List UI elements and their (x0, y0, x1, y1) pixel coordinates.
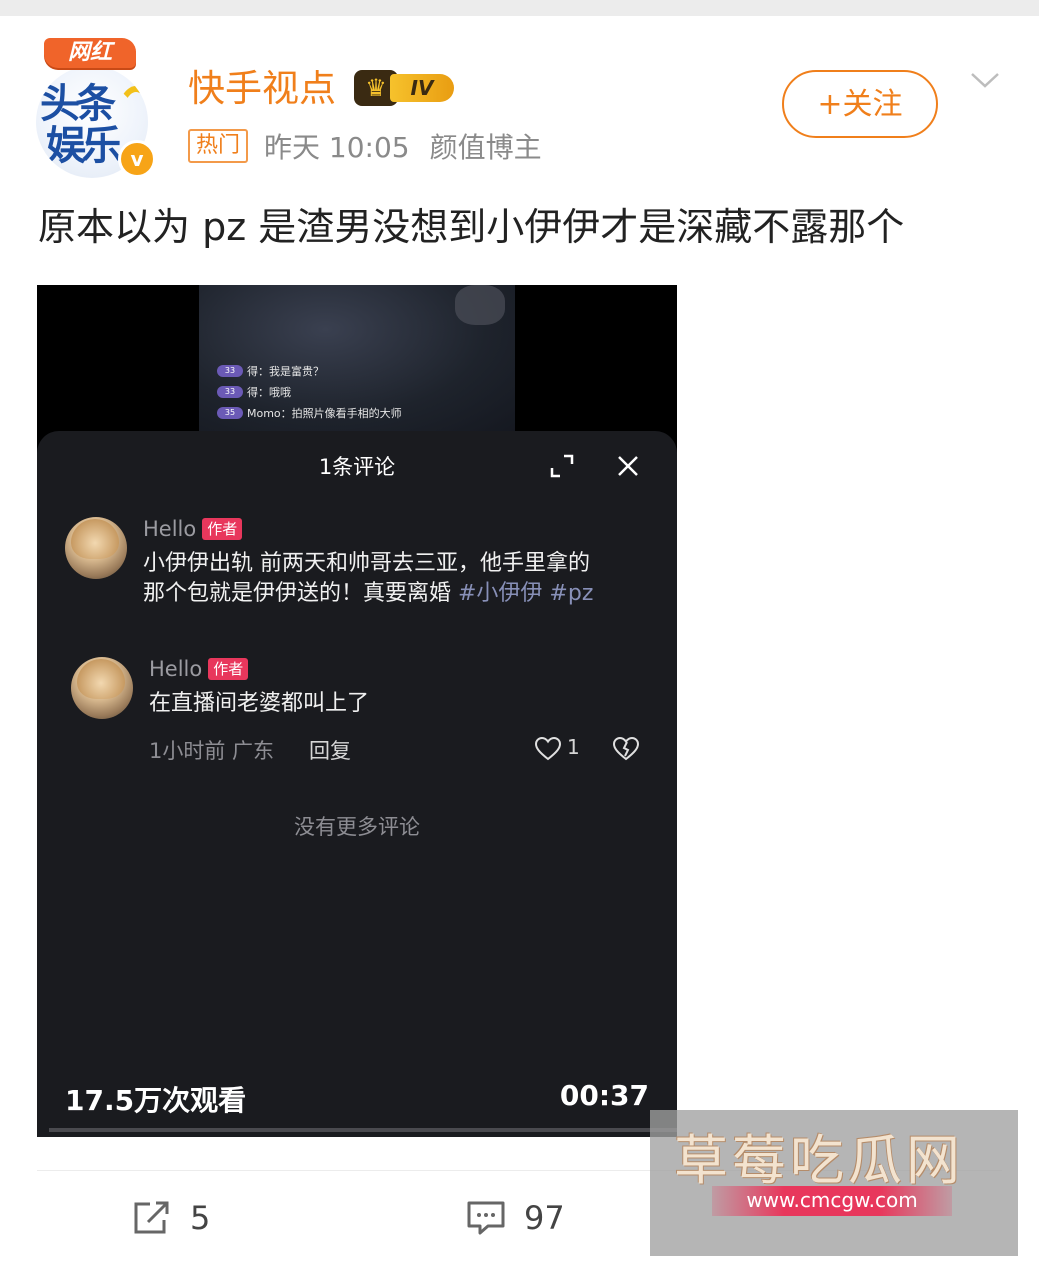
username[interactable]: 快手视点 (188, 66, 336, 112)
like-count: 1 (567, 735, 580, 759)
commenter-name[interactable]: Hello 作者 (149, 657, 249, 681)
comment-line: 那个包就是伊伊送的！真要离婚 #小伊伊 #pz (143, 579, 593, 609)
watermark: 草莓吃瓜网 www.cmcgw.com (650, 1110, 1018, 1256)
live-comment: 33 得：我是富贵？ (217, 363, 324, 379)
level-badge: 33 (217, 365, 243, 377)
watermark-url: www.cmcgw.com (746, 1188, 918, 1212)
comment-meta: 1小时前 广东 (149, 739, 275, 763)
live-stream-frame: 33 得：我是富贵？ 33 得：哦哦 35 Momo：拍照片像看手相的大师 (199, 285, 515, 433)
comment-text: 小伊伊出轨 前两天和帅哥去三亚，他手里拿的 那个包就是伊伊送的！真要离婚 #小伊… (143, 549, 593, 609)
verified-badge-icon: v (118, 140, 156, 178)
frame-shape (455, 285, 505, 325)
panel-title: 1条评论 (318, 455, 396, 479)
hot-tag: 热门 (188, 129, 249, 163)
post-meta: 热门 昨天 10:05 颜值博主 (188, 126, 562, 166)
comments-panel: 1条评论 Hello 作者 小伊伊出轨 前两天和帅哥去三亚，他手里拿的 那个包就… (37, 431, 677, 1137)
hashtags[interactable]: #小伊伊 #pz (458, 581, 593, 606)
close-icon[interactable] (615, 453, 641, 479)
video-progress-bar[interactable] (49, 1128, 677, 1132)
account-avatar[interactable]: 头条 娱乐 网红 v (36, 38, 156, 178)
broken-heart-icon[interactable] (613, 737, 639, 761)
rank-badge[interactable]: ♛ IV (354, 70, 458, 106)
level-badge: 35 (217, 407, 243, 419)
live-comment-text: Momo：拍照片像看手相的大师 (247, 407, 402, 420)
commenter-name-text: Hello (149, 657, 203, 681)
commenter-name[interactable]: Hello 作者 (143, 517, 243, 541)
live-comment: 35 Momo：拍照片像看手相的大师 (217, 405, 402, 421)
post-time: 昨天 10:05 (264, 131, 410, 164)
comment-count: 97 (524, 1199, 565, 1237)
commenter-avatar[interactable] (65, 517, 127, 579)
author-tag: 作者 (202, 518, 243, 540)
no-more-comments: 没有更多评论 (294, 815, 420, 839)
share-icon (134, 1201, 169, 1234)
expand-icon[interactable] (549, 453, 575, 479)
rank-level-label: IV (390, 74, 454, 102)
status-strip (0, 0, 1039, 16)
follow-button[interactable]: +关注 (782, 70, 938, 138)
heart-icon[interactable] (535, 737, 561, 761)
watermark-title: 草莓吃瓜网 (674, 1129, 964, 1192)
chevron-down-icon[interactable] (970, 66, 1000, 96)
commenter-avatar[interactable] (71, 657, 133, 719)
view-count: 17.5万次观看 (65, 1084, 247, 1117)
comment-icon (467, 1201, 505, 1235)
avatar-portrait (71, 519, 119, 559)
video-duration: 00:37 (559, 1079, 649, 1112)
share-count: 5 (190, 1199, 211, 1237)
reply-button[interactable]: 回复 (309, 735, 351, 765)
level-badge: 33 (217, 386, 243, 398)
comment-line: 小伊伊出轨 前两天和帅哥去三亚，他手里拿的 (143, 551, 590, 576)
commenter-name-text: Hello (143, 517, 197, 541)
author-role: 颜值博主 (429, 131, 542, 164)
avatar-portrait (77, 659, 125, 699)
avatar-text-line2: 娱乐 (46, 123, 122, 169)
comment-text: 在直播间老婆都叫上了 (149, 691, 370, 716)
comment-line-text: 那个包就是伊伊送的！真要离婚 (143, 581, 458, 606)
live-comment: 33 得：哦哦 (217, 384, 291, 400)
avatar-text-line1: 头条 (40, 81, 116, 127)
live-comment-text: 得：我是富贵？ (247, 365, 324, 378)
post-text: 原本以为 pz 是渣男没想到小伊伊才是深藏不露那个 (38, 205, 905, 249)
author-tag: 作者 (208, 658, 249, 680)
share-button[interactable]: 5 (132, 1196, 210, 1240)
video-player[interactable]: 33 得：我是富贵？ 33 得：哦哦 35 Momo：拍照片像看手相的大师 1条… (37, 285, 677, 1137)
live-comment-text: 得：哦哦 (247, 386, 291, 399)
comment-button[interactable]: 97 (466, 1196, 565, 1240)
avatar-top-badge: 网红 (44, 38, 136, 68)
